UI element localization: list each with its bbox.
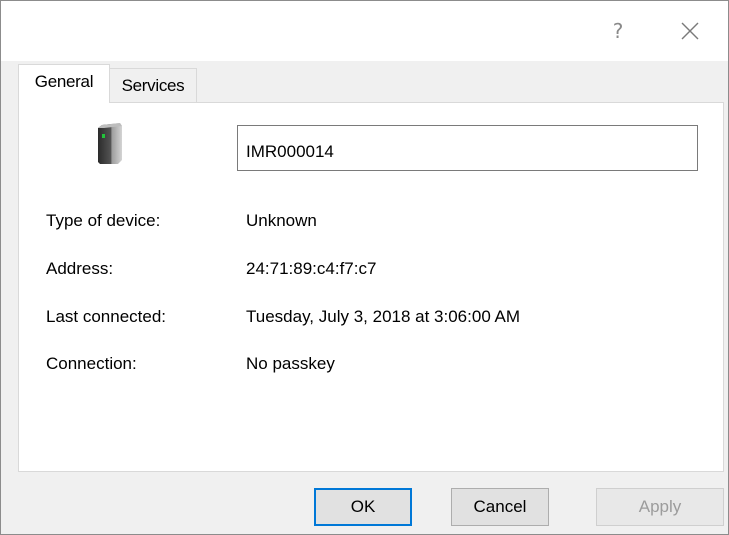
- close-button[interactable]: [667, 11, 713, 51]
- type-of-device-value: Unknown: [246, 211, 317, 230]
- type-of-device-label: Type of device:: [46, 211, 161, 230]
- ok-button-label: OK: [350, 497, 376, 516]
- tab-general[interactable]: General: [18, 64, 110, 103]
- title-bar: ?: [1, 1, 728, 61]
- help-button[interactable]: ?: [595, 11, 641, 51]
- tab-services[interactable]: Services: [109, 68, 197, 102]
- apply-button-label: Apply: [638, 497, 682, 516]
- connection-value: No passkey: [246, 354, 335, 373]
- apply-button[interactable]: Apply: [596, 488, 724, 526]
- tab-services-label: Services: [121, 75, 185, 95]
- address-label: Address:: [46, 259, 114, 278]
- connection-label: Connection:: [46, 354, 137, 373]
- close-icon: [681, 22, 699, 40]
- help-icon: ?: [612, 19, 624, 43]
- address-value: 24:71:89:c4:f7:c7: [246, 259, 377, 278]
- tab-general-label: General: [34, 72, 94, 91]
- cancel-button-label: Cancel: [473, 497, 527, 516]
- device-name-input[interactable]: [237, 125, 698, 171]
- ok-button[interactable]: OK: [314, 488, 412, 526]
- cancel-button[interactable]: Cancel: [451, 488, 549, 526]
- device-icon: [98, 123, 122, 164]
- status-led: [102, 134, 105, 138]
- last-connected-value: Tuesday, July 3, 2018 at 3:06:00 AM: [246, 307, 521, 326]
- last-connected-label: Last connected:: [46, 307, 167, 326]
